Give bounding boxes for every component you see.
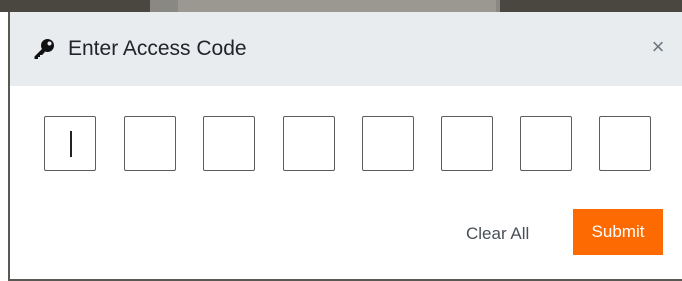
text-caret [70, 131, 72, 157]
close-icon: × [651, 34, 665, 59]
clear-all-button[interactable]: Clear All [466, 221, 529, 247]
code-digit-4[interactable] [283, 116, 335, 171]
code-digit-3[interactable] [203, 116, 255, 171]
code-digit-7[interactable] [520, 116, 572, 171]
access-code-dialog: Enter Access Code × Clear All Submit [8, 12, 682, 281]
code-digit-5[interactable] [362, 116, 414, 171]
close-button[interactable]: × [646, 34, 670, 60]
page-backdrop [0, 0, 682, 12]
dialog-header: Enter Access Code × [10, 12, 682, 86]
code-digit-2[interactable] [124, 116, 176, 171]
submit-button[interactable]: Submit [573, 209, 663, 255]
key-icon [32, 37, 56, 61]
dialog-title: Enter Access Code [68, 37, 247, 60]
backdrop-region [178, 0, 496, 12]
code-digit-1[interactable] [44, 116, 96, 171]
code-digit-8[interactable] [599, 116, 651, 171]
code-digit-6[interactable] [441, 116, 493, 171]
